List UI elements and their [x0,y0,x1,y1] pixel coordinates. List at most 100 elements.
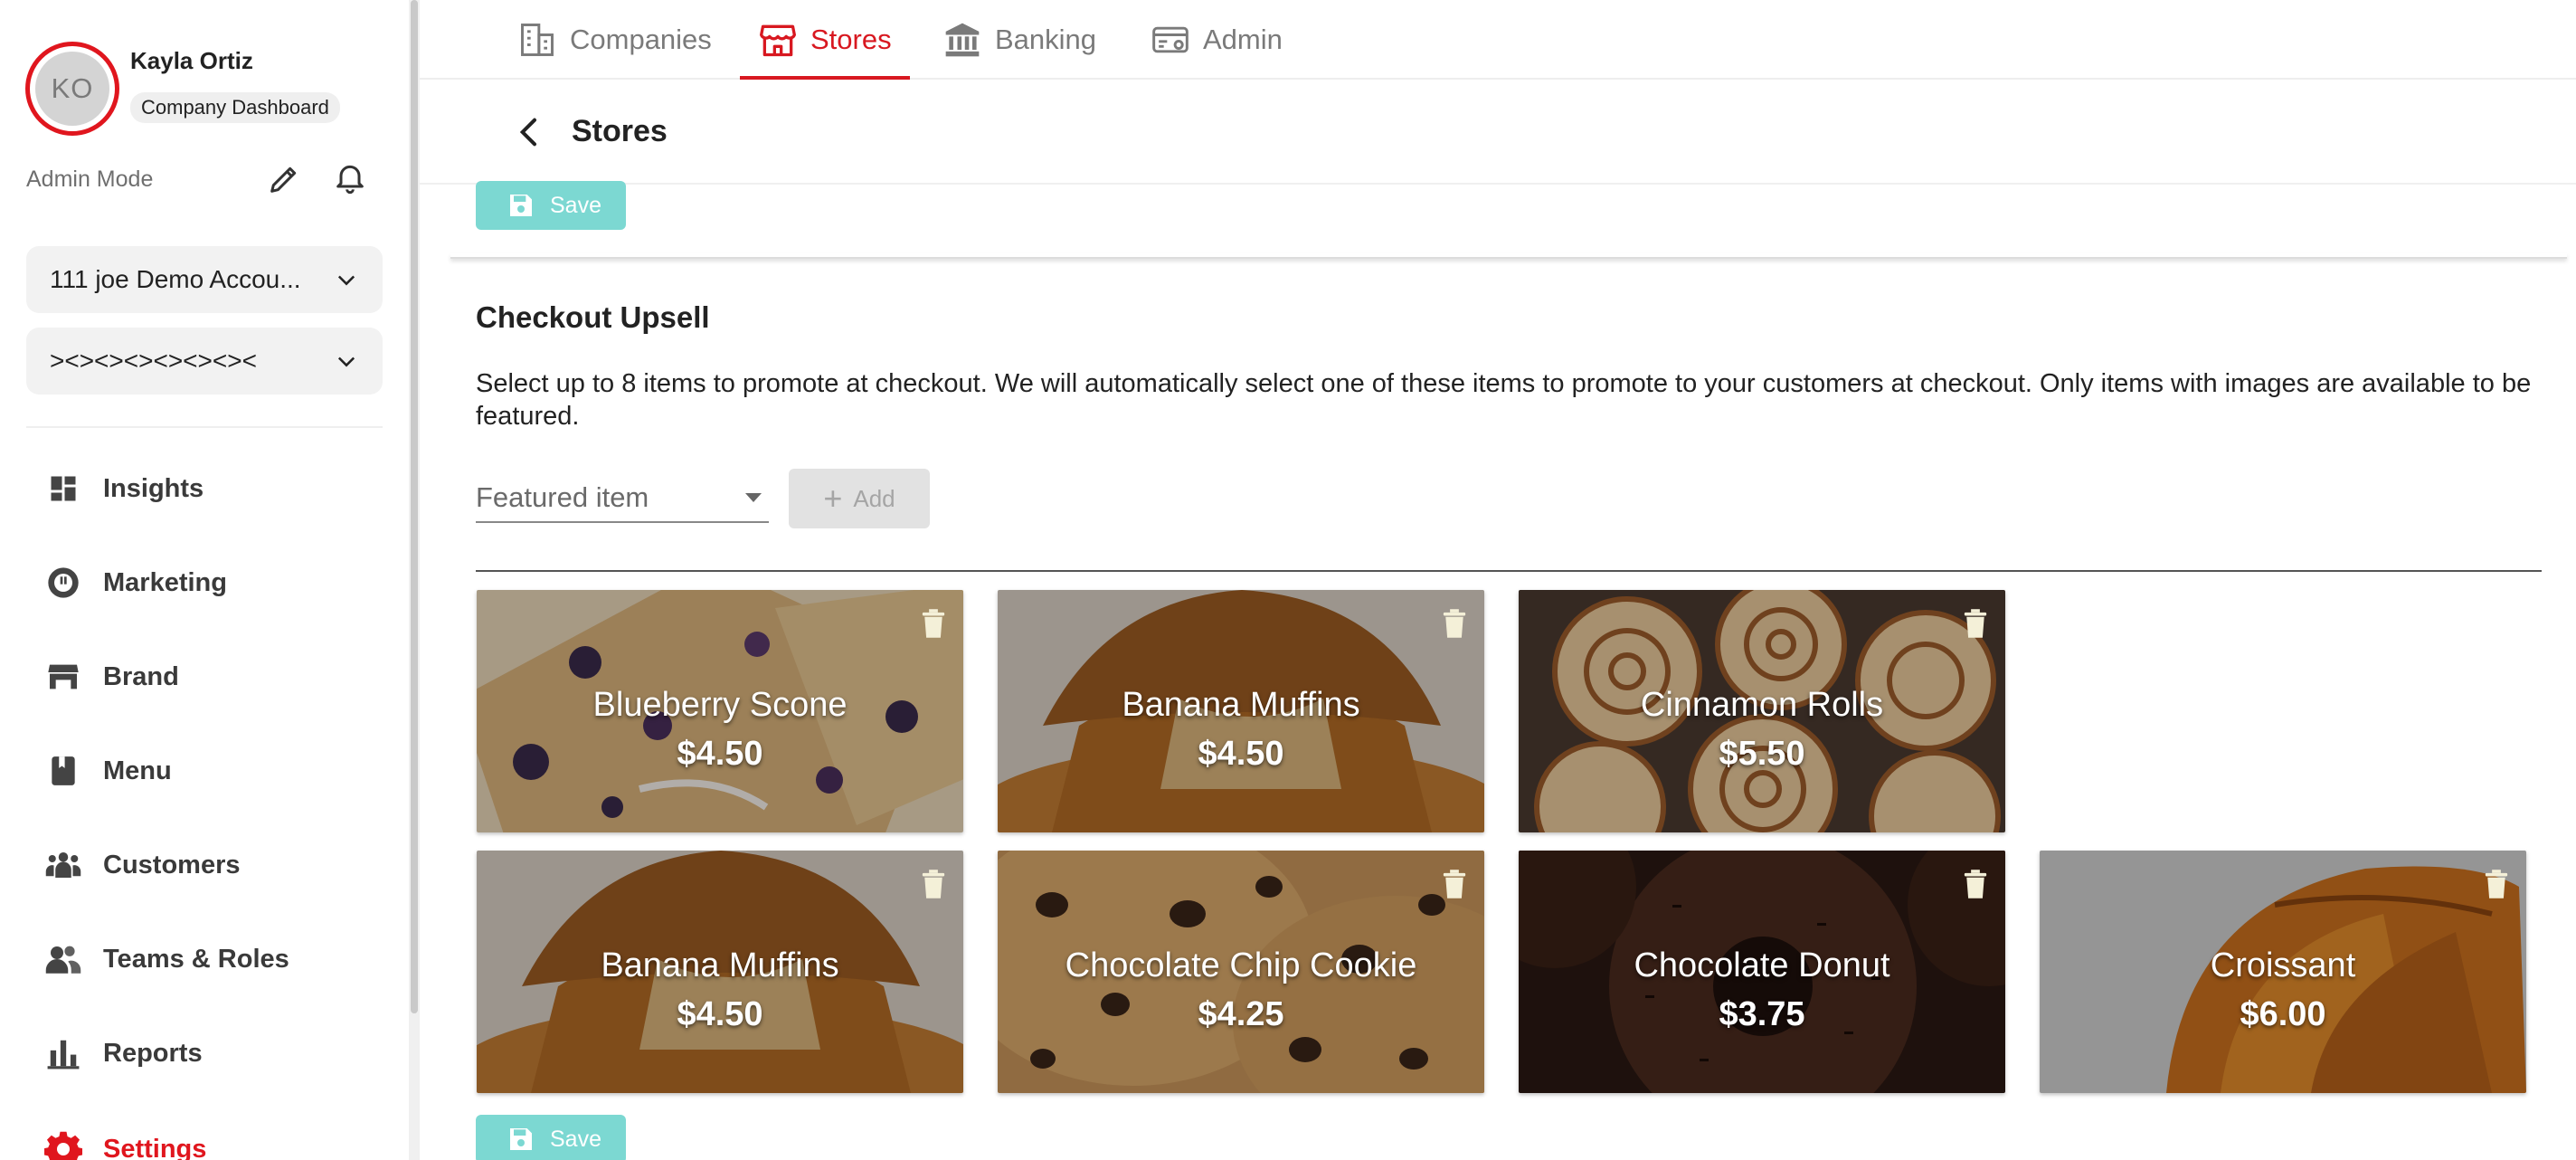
save-button[interactable]: Save [476,181,626,230]
upsell-item-card[interactable]: Banana Muffins $4.50 [477,851,963,1093]
tab-label: Stores [810,24,892,55]
back-arrow-icon[interactable] [512,114,548,150]
sidebar-item-label: Marketing [103,567,227,597]
sidebar-item-reports[interactable]: Reports [43,1026,203,1080]
sidebar-item-label: Brand [103,661,179,691]
item-name: Chocolate Donut [1634,946,1890,984]
plus-icon: + [823,480,843,517]
add-button[interactable]: + Add [789,469,930,528]
sidebar-item-label: Reports [103,1038,203,1068]
storefront-icon [43,657,83,697]
trash-icon[interactable] [920,608,947,639]
chevron-down-icon [337,275,355,286]
upsell-item-card[interactable]: Chocolate Donut $3.75 [1519,851,2005,1093]
trash-icon[interactable] [1441,869,1468,899]
item-name: Banana Muffins [601,946,839,984]
sidebar-scrollbar[interactable] [409,0,420,1160]
gear-icon [43,1129,83,1160]
store-icon [760,24,796,57]
tab-banking[interactable]: Banking [942,0,1096,80]
featured-item-placeholder: Featured item [476,481,649,513]
pencil-icon[interactable] [266,161,302,197]
sidebar-item-label: Settings [103,1134,207,1160]
tab-admin[interactable]: Admin [1151,0,1283,80]
sidebar-item-settings[interactable]: Settings [43,1122,206,1160]
sidebar-item-label: Menu [103,756,172,785]
trash-icon[interactable] [2483,869,2510,899]
trash-icon[interactable] [1962,608,1989,639]
save-label: Save [550,1126,601,1152]
sidebar-item-label: Insights [103,473,204,503]
bank-icon [945,23,980,57]
bell-icon[interactable] [332,159,368,195]
building-icon [521,24,554,56]
add-label: Add [853,484,895,512]
group-icon [43,845,83,885]
sidebar-item-menu[interactable]: Menu [43,744,172,798]
upsell-item-card[interactable]: Cinnamon Rolls $5.50 [1519,590,2005,832]
upsell-item-card[interactable]: Banana Muffins $4.50 [998,590,1484,832]
user-name: Kayla Ortiz [130,47,253,74]
item-name: Cinnamon Rolls [1640,686,1884,724]
items-divider [476,570,2542,572]
trash-icon[interactable] [1441,608,1468,639]
admin-card-icon [1152,26,1189,53]
sidebar-item-teams-roles[interactable]: Teams & Roles [43,932,289,986]
item-name: Blueberry Scone [592,686,848,724]
store-select-value: ><><><><><><>< [50,347,257,375]
tab-label: Companies [570,24,712,55]
team-icon [43,939,83,979]
section-description: Select up to 8 items to promote at check… [476,369,2532,431]
scrollbar-thumb[interactable] [411,0,418,1013]
store-select[interactable]: ><><><><><><>< [26,328,383,395]
tab-label: Admin [1203,24,1283,55]
trash-icon[interactable] [1962,869,1989,899]
item-price: $4.25 [1198,995,1284,1033]
avatar[interactable]: KO [25,42,119,136]
item-price: $4.50 [1198,735,1284,773]
sidebar-item-customers[interactable]: Customers [43,838,241,892]
dashboard-icon [43,469,83,509]
tab-companies[interactable]: Companies [517,0,712,80]
upsell-item-card[interactable]: Blueberry Scone $4.50 [477,590,963,832]
sidebar-item-label: Teams & Roles [103,944,289,974]
page-header: Stores [420,81,2576,185]
item-price: $3.75 [1719,995,1805,1033]
section-title: Checkout Upsell [476,300,710,334]
item-price: $4.50 [677,735,763,773]
save-label: Save [550,192,601,218]
floppy-disk-icon [510,1128,532,1150]
card-bottom-edge [450,253,2567,259]
sidebar-item-brand[interactable]: Brand [43,650,179,704]
item-price: $5.50 [1719,735,1805,773]
dropdown-caret-icon [745,493,762,502]
sidebar-divider [26,426,383,428]
sidebar: KO Kayla Ortiz Company Dashboard Admin M… [0,0,409,1160]
item-name: Chocolate Chip Cookie [1065,946,1417,984]
account-select-value: 111 joe Demo Accou... [50,265,301,293]
account-select[interactable]: 111 joe Demo Accou... [26,246,383,313]
tab-stores[interactable]: Stores [740,0,910,80]
upsell-item-card[interactable]: Chocolate Chip Cookie $4.25 [998,851,1484,1093]
item-name: Croissant [2210,946,2356,984]
chevron-down-icon [337,357,355,367]
admin-mode-label: Admin Mode [26,166,154,192]
sidebar-item-marketing[interactable]: Marketing [43,556,227,610]
tab-label: Banking [995,24,1097,55]
item-price: $4.50 [677,995,763,1033]
trash-icon[interactable] [920,869,947,899]
upsell-item-card[interactable]: Croissant $6.00 [2040,851,2526,1093]
save-button[interactable]: Save [476,1115,626,1160]
sidebar-item-label: Customers [103,850,241,880]
user-role-badge: Company Dashboard [130,92,340,123]
page-title: Stores [572,114,668,148]
sidebar-item-insights[interactable]: Insights [43,461,204,516]
floppy-disk-icon [510,195,532,216]
book-icon [43,751,83,791]
marketing-icon [43,563,83,603]
item-name: Banana Muffins [1122,686,1360,724]
avatar-initials: KO [35,52,109,126]
item-price: $6.00 [2240,995,2326,1033]
top-tabs: Companies Stores Banking Admin [420,0,2576,80]
featured-item-select[interactable]: Featured item [476,474,769,523]
